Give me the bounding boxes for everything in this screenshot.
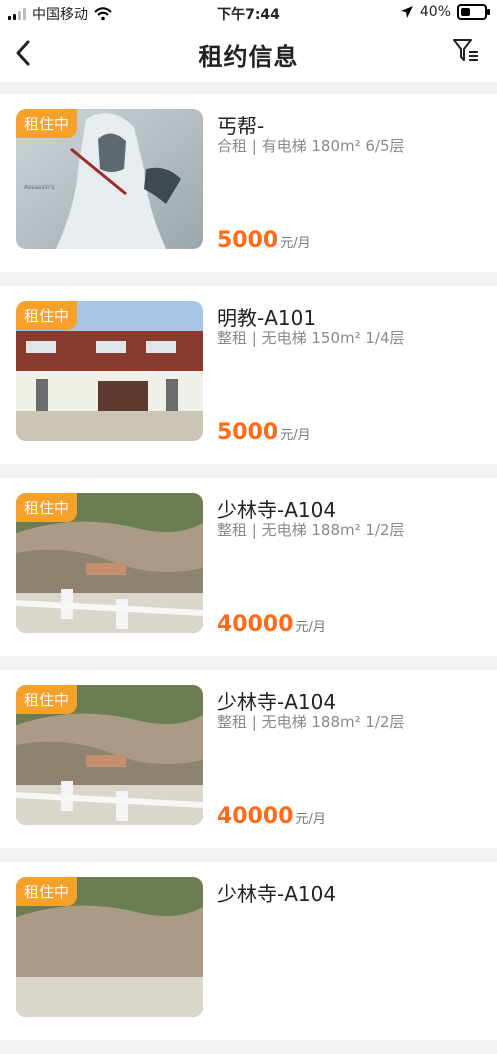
listing-details: 整租 | 无电梯 188m² 1/2层 — [217, 521, 405, 539]
price-unit: 元/月 — [280, 428, 311, 443]
price-value: 5000 — [217, 228, 279, 253]
listing-card[interactable]: 租住中 少林寺-A104 整租 | 无电梯 188m² 1/2层 40000 元… — [0, 670, 497, 848]
price-row: 5000 元/月 — [217, 420, 311, 445]
status-badge: 租住中 — [16, 685, 78, 714]
listing-details: 整租 | 无电梯 188m² 1/2层 — [217, 713, 405, 731]
price-value: 5000 — [217, 420, 279, 445]
listing-details: 合租 | 有电梯 180m² 6/5层 — [217, 137, 405, 155]
page-title: 租约信息 — [198, 43, 299, 71]
price-row: 40000 元/月 — [217, 804, 326, 829]
listing-details: 整租 | 无电梯 150m² 1/4层 — [217, 329, 405, 347]
status-badge: 租住中 — [16, 493, 78, 522]
status-badge: 租住中 — [16, 301, 78, 330]
price-unit: 元/月 — [295, 620, 326, 635]
status-badge: 租住中 — [16, 877, 78, 906]
price-unit: 元/月 — [295, 812, 326, 827]
price-value: 40000 — [217, 804, 294, 829]
price-value: 40000 — [217, 612, 294, 637]
price-unit: 元/月 — [280, 236, 311, 251]
location-arrow-icon — [400, 6, 413, 18]
listing-thumbnail: 租住中 — [16, 301, 203, 441]
listing-thumbnail: 租住中 — [16, 493, 203, 633]
listing-card[interactable]: 租住中 少林寺-A104 整租 | 无电梯 188m² 1/2层 40000 元… — [0, 478, 497, 656]
listing-title: 少林寺-A104 — [217, 882, 337, 906]
filter-icon[interactable] — [451, 36, 481, 66]
listing-card[interactable]: 租住中 少林寺-A104 — [0, 862, 497, 1040]
price-row: 40000 元/月 — [217, 612, 326, 637]
nav-header: 租约信息 — [0, 26, 497, 82]
spacer — [0, 82, 497, 94]
status-right: 40% — [400, 4, 490, 20]
listing-thumbnail: 租住中 — [16, 877, 203, 1017]
listing-card[interactable]: 租住中 明教-A101 整租 | 无电梯 150m² 1/4层 5000 元/月 — [0, 286, 497, 464]
svg-text:Assassin's: Assassin's — [24, 184, 55, 191]
status-bar: 中国移动 下午7:44 40% — [0, 0, 497, 26]
price-row: 5000 元/月 — [217, 228, 311, 253]
battery-percent: 40% — [419, 4, 451, 20]
battery-icon — [457, 4, 490, 20]
listing-card[interactable]: Assassin's 租住中 丐帮- 合租 | 有电梯 180m² 6/5层 5… — [0, 94, 497, 272]
listing-list: Assassin's 租住中 丐帮- 合租 | 有电梯 180m² 6/5层 5… — [0, 94, 497, 1054]
status-badge: 租住中 — [16, 109, 78, 138]
listing-thumbnail: Assassin's 租住中 — [16, 109, 203, 249]
listing-thumbnail: 租住中 — [16, 685, 203, 825]
